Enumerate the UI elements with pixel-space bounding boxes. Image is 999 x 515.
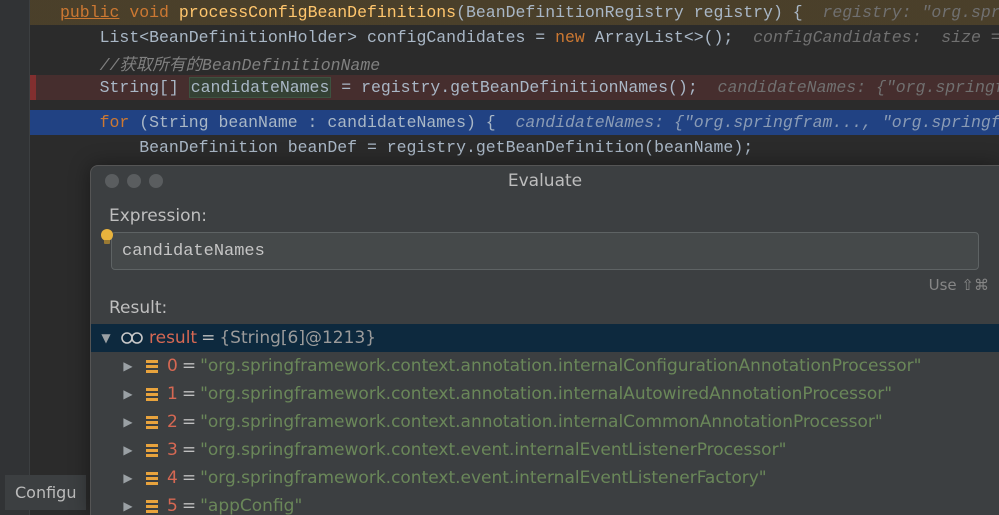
ide-window: public void processConfigBeanDefinitions… xyxy=(0,0,999,515)
keyword: void xyxy=(129,3,169,22)
result-item-row[interactable]: ▶ 5 = "appConfig" xyxy=(91,492,999,515)
equals: = xyxy=(178,440,200,460)
code-line-breakpoint: for (String beanName : candidateNames) {… xyxy=(30,110,999,135)
code-text: List<BeanDefinitionHolder> configCandida… xyxy=(100,28,555,47)
inline-hint: registry: "org.springf xyxy=(822,3,999,22)
dialog-titlebar[interactable]: Evaluate xyxy=(91,166,999,196)
file-tab[interactable]: Configu xyxy=(5,475,86,510)
code-text: (String beanName : candidateNames) { xyxy=(129,113,495,132)
item-value: "org.springframework.context.annotation.… xyxy=(200,384,892,404)
inline-hint: candidateNames: {"org.springfram. xyxy=(718,78,999,97)
result-root-row[interactable]: ▼ result = {String[6]@1213} xyxy=(91,324,999,352)
chevron-right-icon[interactable]: ▶ xyxy=(119,387,137,401)
method-name: processConfigBeanDefinitions xyxy=(179,3,456,22)
field-icon xyxy=(143,469,161,487)
item-index: 2 xyxy=(167,412,178,432)
highlighted-var: candidateNames xyxy=(189,77,332,98)
item-value: "org.springframework.context.event.inter… xyxy=(200,440,786,460)
chevron-right-icon[interactable]: ▶ xyxy=(119,443,137,457)
code-line: List<BeanDefinitionHolder> configCandida… xyxy=(30,25,999,50)
field-icon xyxy=(143,497,161,515)
result-item-row[interactable]: ▶ 2 = "org.springframework.context.annota… xyxy=(91,408,999,436)
inline-hint: candidateNames: {"org.springfram..., "or… xyxy=(516,113,999,132)
field-icon xyxy=(143,385,161,403)
comment: //获取所有的BeanDefinitionName xyxy=(100,51,381,75)
expression-input[interactable]: candidateNames xyxy=(111,232,979,270)
chevron-right-icon[interactable]: ▶ xyxy=(119,499,137,513)
shortcut-hint: Use ⇧⌘ xyxy=(91,270,999,294)
result-type: {String[6]@1213} xyxy=(219,328,376,348)
item-index: 4 xyxy=(167,468,178,488)
code-line: BeanDefinition beanDef = registry.getBea… xyxy=(30,135,999,160)
keyword: public xyxy=(60,3,119,22)
result-tree[interactable]: ▼ result = {String[6]@1213} ▶ 0 = "org.sp… xyxy=(91,324,999,515)
equals: = xyxy=(197,328,219,348)
result-item-row[interactable]: ▶ 0 = "org.springframework.context.annota… xyxy=(91,352,999,380)
item-value: "org.springframework.context.event.inter… xyxy=(200,468,767,488)
chevron-down-icon[interactable]: ▼ xyxy=(97,331,115,345)
keyword: for xyxy=(100,113,130,132)
expression-value: candidateNames xyxy=(122,242,265,261)
code-text: ArrayList<>(); xyxy=(585,28,734,47)
watch-icon xyxy=(121,331,143,345)
code-text: = registry.getBeanDefinitionNames(); xyxy=(331,78,697,97)
code-text: BeanDefinition beanDef = registry.getBea… xyxy=(139,138,753,157)
item-value: "appConfig" xyxy=(200,496,302,515)
field-icon xyxy=(143,357,161,375)
result-label: Result: xyxy=(91,294,999,324)
gutter xyxy=(0,0,30,515)
dialog-title: Evaluate xyxy=(91,171,999,191)
result-item-row[interactable]: ▶ 1 = "org.springframework.context.annota… xyxy=(91,380,999,408)
keyword: new xyxy=(555,28,585,47)
equals: = xyxy=(178,356,200,376)
result-item-row[interactable]: ▶ 3 = "org.springframework.context.event.… xyxy=(91,436,999,464)
equals: = xyxy=(178,412,200,432)
expression-label: Expression: xyxy=(91,196,999,232)
evaluate-dialog: Evaluate Expression: candidateNames Use … xyxy=(90,165,999,515)
line-marker xyxy=(30,75,36,100)
chevron-right-icon[interactable]: ▶ xyxy=(119,359,137,373)
equals: = xyxy=(178,496,200,515)
bulb-icon[interactable] xyxy=(98,228,116,246)
code-text: String[] xyxy=(100,78,189,97)
editor[interactable]: public void processConfigBeanDefinitions… xyxy=(30,0,999,160)
code-line: String[] candidateNames = registry.getBe… xyxy=(30,75,999,100)
code-line xyxy=(30,100,999,110)
item-value: "org.springframework.context.annotation.… xyxy=(200,356,921,376)
item-value: "org.springframework.context.annotation.… xyxy=(200,412,883,432)
item-index: 0 xyxy=(167,356,178,376)
chevron-right-icon[interactable]: ▶ xyxy=(119,415,137,429)
equals: = xyxy=(178,384,200,404)
signature: (BeanDefinitionRegistry registry) { xyxy=(456,3,803,22)
code-line: public void processConfigBeanDefinitions… xyxy=(30,0,999,25)
result-item-row[interactable]: ▶ 4 = "org.springframework.context.event.… xyxy=(91,464,999,492)
code-line: //获取所有的BeanDefinitionName xyxy=(30,50,999,75)
inline-hint: configCandidates: size = 0 xyxy=(753,28,999,47)
item-index: 5 xyxy=(167,496,178,515)
item-index: 1 xyxy=(167,384,178,404)
field-icon xyxy=(143,441,161,459)
chevron-right-icon[interactable]: ▶ xyxy=(119,471,137,485)
equals: = xyxy=(178,468,200,488)
result-name: result xyxy=(149,328,197,348)
field-icon xyxy=(143,413,161,431)
item-index: 3 xyxy=(167,440,178,460)
